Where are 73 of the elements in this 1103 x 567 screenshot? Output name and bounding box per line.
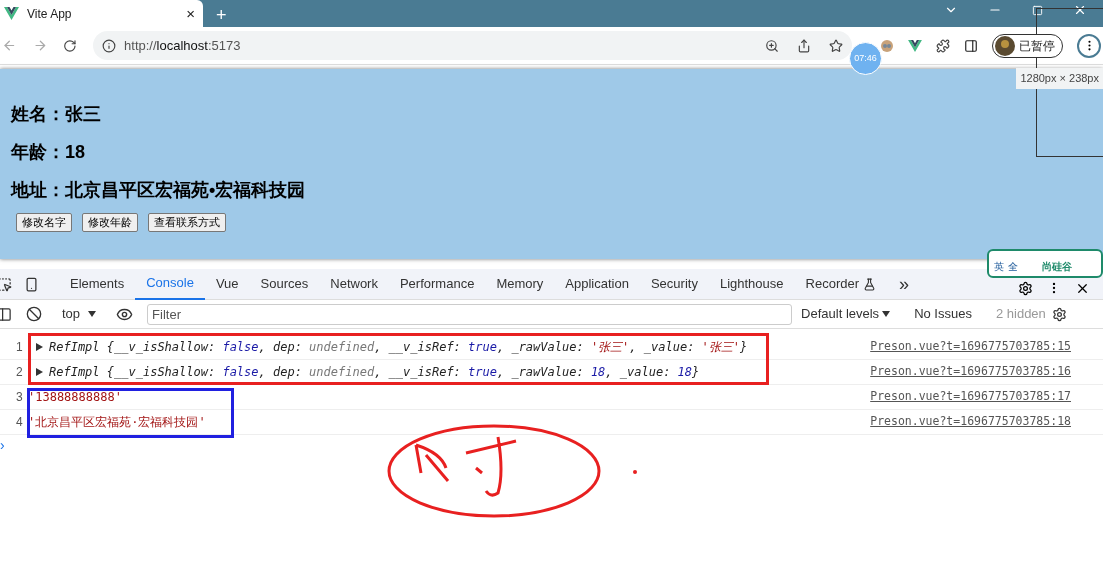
zoom-icon[interactable] <box>765 38 779 53</box>
devtools-tab[interactable]: Recorder <box>794 268 887 300</box>
context-selector[interactable]: top <box>62 304 97 324</box>
share-icon[interactable] <box>797 38 811 53</box>
action-button[interactable]: 修改名字 <box>16 213 72 232</box>
extensions-puzzle-icon[interactable] <box>936 38 950 53</box>
v-logo-icon[interactable] <box>908 39 922 52</box>
source-link[interactable]: Preson.vue?t=1696775703785:18 <box>870 413 1071 431</box>
devtools-tab[interactable]: Console <box>135 268 205 300</box>
source-link[interactable]: Preson.vue?t=1696775703785:17 <box>870 388 1071 406</box>
levels-dropdown[interactable]: Default levels <box>801 304 891 324</box>
sidebar-toggle-icon[interactable] <box>0 306 12 322</box>
devtools-tab[interactable]: Vue <box>204 268 250 300</box>
device-toolbar-icon[interactable] <box>24 276 39 292</box>
line-number: 4 <box>16 414 24 431</box>
v-logo-icon <box>4 7 19 20</box>
clear-console-icon[interactable] <box>26 306 42 322</box>
action-button[interactable]: 修改年龄 <box>82 213 138 232</box>
devtools-tab[interactable]: Security <box>639 268 709 300</box>
console-message: '13888888888' <box>28 389 122 406</box>
close-tab-button[interactable]: × <box>186 6 195 21</box>
caret-icon <box>882 311 891 317</box>
experiment-icon <box>863 277 876 291</box>
devtools-tab[interactable]: Performance <box>388 268 486 300</box>
devtools-tab[interactable]: Memory <box>485 268 555 300</box>
dot-mark <box>633 470 637 474</box>
browser-tab[interactable]: Vite App × <box>0 0 203 27</box>
console-message: RefImpl {__v_isShallow: false, dep: undefined, __v_isRef: true, _rawValue: '张三', _value: '张三'} <box>49 339 748 356</box>
console-message: RefImpl {__v_isShallow: false, dep: undefined, __v_isRef: true, _rawValue: 18, _value: 18} <box>49 364 700 381</box>
line-number: 3 <box>16 389 24 406</box>
devtools-tab[interactable]: Application <box>554 268 640 300</box>
expand-triangle-icon[interactable] <box>36 343 43 351</box>
extension-icon[interactable] <box>880 38 894 53</box>
devtools-tab[interactable]: Sources <box>249 268 320 300</box>
console-prompt[interactable]: › <box>0 435 1103 456</box>
profile-button[interactable]: 已暂停 <box>992 33 1063 58</box>
caret-icon <box>88 311 97 317</box>
expand-triangle-icon[interactable] <box>36 368 43 376</box>
settings-icon[interactable] <box>1018 280 1033 296</box>
issues-label[interactable]: No Issues <box>914 304 972 324</box>
console-message: '北京昌平区宏福苑·宏福科技园' <box>28 414 206 431</box>
ime-width[interactable]: 全 <box>1008 259 1018 274</box>
action-button[interactable]: 查看联系方式 <box>148 213 226 232</box>
info-line: 地址：北京昌平区宏福苑•宏福科技园 <box>11 179 307 202</box>
devtools-tab[interactable]: Elements <box>59 268 136 300</box>
tab-title: Vite App <box>27 5 72 23</box>
ime-brand: 尚硅谷 <box>1042 260 1072 274</box>
url-text: http://localhost:5173 <box>124 36 242 55</box>
more-tabs-button[interactable]: » <box>899 270 909 298</box>
line-number: 1 <box>16 339 24 356</box>
menu-button[interactable] <box>1077 33 1101 58</box>
source-link[interactable]: Preson.vue?t=1696775703785:15 <box>870 338 1071 356</box>
info-line: 姓名：张三 <box>11 103 102 126</box>
info-icon <box>102 38 117 53</box>
console-settings-icon[interactable] <box>1051 306 1067 322</box>
side-panel-icon[interactable] <box>964 38 978 53</box>
close-icon[interactable] <box>1073 3 1087 17</box>
avatar-icon <box>995 35 1015 56</box>
filter-field[interactable]: Filter <box>147 303 793 325</box>
size-tooltip: 1280px × 238px <box>1016 68 1103 89</box>
info-line: 年龄：18 <box>11 141 87 164</box>
source-link[interactable]: Preson.vue?t=1696775703785:16 <box>870 363 1071 381</box>
devtools-tab[interactable]: Lighthouse <box>708 268 795 300</box>
maximize-icon[interactable] <box>1032 4 1043 16</box>
reload-icon[interactable] <box>63 38 78 53</box>
address-field[interactable]: http://localhost:5173 <box>93 31 852 60</box>
line-number: 2 <box>16 364 24 381</box>
new-tab-button[interactable]: + <box>216 6 227 24</box>
devtools-tab[interactable]: Network <box>319 268 389 300</box>
ime-mode[interactable]: 英 <box>994 259 1004 274</box>
bookmark-star-icon[interactable] <box>829 38 843 53</box>
inspect-icon[interactable] <box>0 276 12 292</box>
hidden-count: 2 hidden <box>995 305 1046 324</box>
